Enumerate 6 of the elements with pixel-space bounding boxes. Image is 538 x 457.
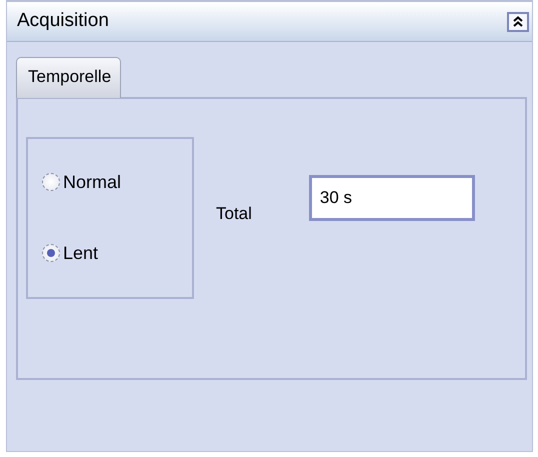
- radio-label[interactable]: Lent: [63, 240, 98, 266]
- radio-label[interactable]: Normal: [63, 168, 122, 196]
- tab[interactable]: Temporelle: [16, 57, 122, 98]
- total-label: Total: [216, 202, 252, 224]
- total-field[interactable]: 30 s: [308, 174, 475, 220]
- panel-title: Acquisition: [17, 9, 109, 34]
